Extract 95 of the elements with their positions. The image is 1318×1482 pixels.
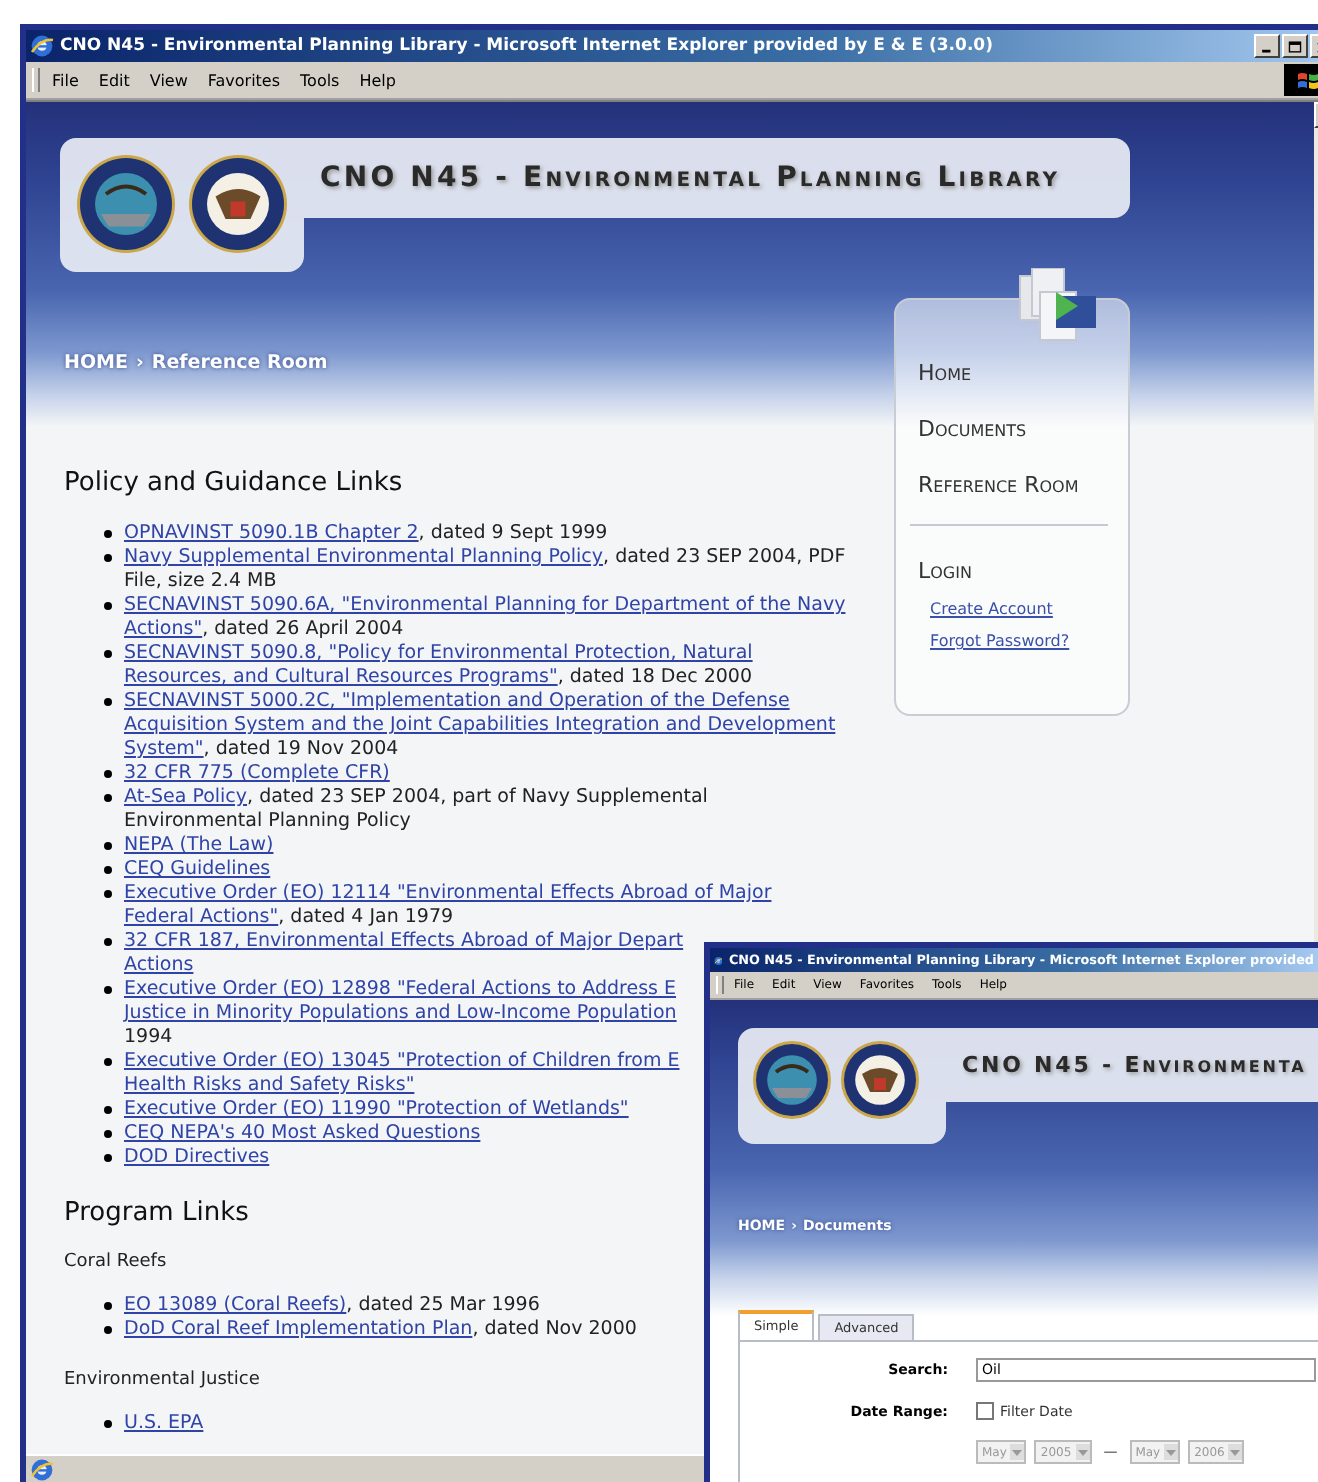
- document-link[interactable]: System": [124, 738, 204, 760]
- breadcrumb-separator: ›: [135, 352, 144, 374]
- emblem-icon: [76, 154, 176, 254]
- link-note: , dated 25 Mar 1996: [346, 1294, 540, 1316]
- link-note: , dated Nov 2000: [472, 1318, 637, 1340]
- emblem-icon: [188, 154, 288, 254]
- breadcrumb-current: Reference Room: [151, 352, 328, 374]
- dropdown-arrow-icon: [1012, 1449, 1023, 1455]
- menu-item[interactable]: Help: [359, 71, 396, 89]
- bullet-icon: [104, 1130, 112, 1138]
- document-link[interactable]: Acquisition System and the Joint Capabilities Integration and Development: [124, 714, 836, 736]
- document-link[interactable]: Navy Supplemental Environmental Planning Policy: [124, 546, 604, 568]
- document-link[interactable]: DOD Directives: [124, 1146, 270, 1168]
- nav-link[interactable]: Documents: [918, 416, 1128, 442]
- bullet-icon: [104, 866, 112, 874]
- link-note: , dated 9 Sept 1999: [418, 522, 608, 544]
- group-label: Environmental Justice: [64, 1370, 260, 1390]
- document-link[interactable]: Resources, and Cultural Resources Programs": [124, 666, 558, 688]
- minimize-button[interactable]: [1254, 34, 1280, 58]
- login-heading: Login: [918, 558, 974, 584]
- bullet-icon: [104, 1326, 112, 1334]
- link-note: , dated 18 Dec 2000: [557, 666, 753, 688]
- document-link[interactable]: DoD Coral Reef Implementation Plan: [124, 1318, 473, 1340]
- document-link[interactable]: 32 CFR 775 (Complete CFR): [124, 762, 390, 784]
- link-note: 1994: [124, 1026, 173, 1048]
- nav-link[interactable]: Reference Room: [918, 472, 1128, 498]
- document-link[interactable]: SECNAVINST 5090.6A, "Environmental Planning for Department of the Navy: [124, 594, 846, 616]
- document-link[interactable]: CEQ Guidelines: [124, 858, 271, 880]
- document-link[interactable]: U.S. EPA: [124, 1412, 204, 1434]
- site-title: CNO N45 - Environmental Planning Library: [320, 162, 1061, 194]
- bullet-icon: [104, 554, 112, 562]
- document-link[interactable]: SECNAVINST 5090.8, "Policy for Environmental Protection, Natural: [124, 642, 753, 664]
- bullet-icon: [104, 1106, 112, 1114]
- document-link[interactable]: SECNAVINST 5000.2C, "Implementation and Operation of the Defense: [124, 690, 790, 712]
- dropdown-arrow-icon: [1230, 1449, 1241, 1455]
- document-link[interactable]: Federal Actions": [124, 906, 279, 928]
- menu-item[interactable]: Edit: [98, 71, 130, 89]
- emblem-icon: [840, 1040, 920, 1120]
- document-link[interactable]: OPNAVINST 5090.1B Chapter 2: [124, 522, 419, 544]
- document-link[interactable]: Executive Order (EO) 12114 "Environmental Effects Abroad of Major: [124, 882, 772, 904]
- document-link[interactable]: Justice in Minority Populations and Low-Income Population: [124, 1002, 677, 1024]
- bullet-icon: [104, 890, 112, 898]
- document-link[interactable]: Executive Order (EO) 11990 "Protection of Wetlands": [124, 1098, 629, 1120]
- section-heading: Policy and Guidance Links: [64, 468, 403, 498]
- dropdown-arrow-icon: [1077, 1449, 1088, 1455]
- menu-item[interactable]: View: [149, 71, 188, 89]
- browser-icon: [714, 951, 723, 969]
- account-link[interactable]: Create Account: [930, 600, 1128, 618]
- document-link[interactable]: CEQ NEPA's 40 Most Asked Questions: [124, 1122, 481, 1144]
- window-title: CNO N45 - Environmental Planning Library - Microsoft Internet Explorer provided by E & E (3.0.0): [60, 36, 993, 56]
- bullet-icon: [104, 698, 112, 706]
- link-note: Environmental Planning Policy: [124, 810, 411, 832]
- link-note: , dated 23 SEP 2004, PDF: [603, 546, 846, 568]
- bullet-icon: [104, 650, 112, 658]
- nav-link[interactable]: Home: [918, 360, 1128, 386]
- browser-icon: [30, 34, 54, 58]
- bullet-icon: [104, 794, 112, 802]
- bullet-icon: [104, 1420, 112, 1428]
- bullet-icon: [104, 1302, 112, 1310]
- menu-item[interactable]: Favorites: [207, 71, 281, 89]
- bullet-icon: [104, 770, 112, 778]
- page-icon: [30, 1457, 54, 1481]
- menu-item[interactable]: Tools: [300, 71, 340, 89]
- document-link[interactable]: EO 13089 (Coral Reefs): [124, 1294, 347, 1316]
- menu-item[interactable]: File: [52, 71, 79, 89]
- bullet-icon: [104, 842, 112, 850]
- bullet-icon: [104, 530, 112, 538]
- bullet-icon: [104, 986, 112, 994]
- emblem-icon: [752, 1040, 832, 1120]
- bullet-icon: [104, 1058, 112, 1066]
- group-label: Coral Reefs: [64, 1252, 167, 1272]
- bullet-icon: [104, 1154, 112, 1162]
- filter-checkbox[interactable]: [976, 1402, 994, 1420]
- document-link[interactable]: Health Risks and Safety Risks": [124, 1074, 415, 1096]
- maximize-button[interactable]: [1282, 34, 1308, 58]
- bullet-icon: [104, 938, 112, 946]
- document-link[interactable]: Actions: [124, 954, 194, 976]
- link-note: , dated 23 SEP 2004, part of Navy Supplemental: [247, 786, 708, 808]
- site-title: CNO N45 - Environmenta: [962, 1052, 1307, 1078]
- document-link[interactable]: Executive Order (EO) 13045 "Protection of Children from E: [124, 1050, 680, 1072]
- maximize-icon: [1286, 37, 1304, 55]
- link-note: , dated 19 Nov 2004: [203, 738, 399, 760]
- link-note: , dated 26 April 2004: [202, 618, 404, 640]
- flag-icon: [1296, 69, 1318, 91]
- document-link[interactable]: Actions": [124, 618, 203, 640]
- account-link[interactable]: Forgot Password?: [930, 632, 1128, 650]
- link-note: File, size 2.4 MB: [124, 570, 277, 592]
- bullet-icon: [104, 602, 112, 610]
- document-link[interactable]: At-Sea Policy: [124, 786, 248, 808]
- section-heading: Program Links: [64, 1198, 249, 1228]
- document-link[interactable]: NEPA (The Law): [124, 834, 274, 856]
- document-link[interactable]: 32 CFR 187, Environmental Effects Abroad of Major Depart: [124, 930, 684, 952]
- dropdown-arrow-icon: [1166, 1449, 1177, 1455]
- document-link[interactable]: Executive Order (EO) 12898 "Federal Actions to Address E: [124, 978, 676, 1000]
- link-note: , dated 4 Jan 1979: [278, 906, 454, 928]
